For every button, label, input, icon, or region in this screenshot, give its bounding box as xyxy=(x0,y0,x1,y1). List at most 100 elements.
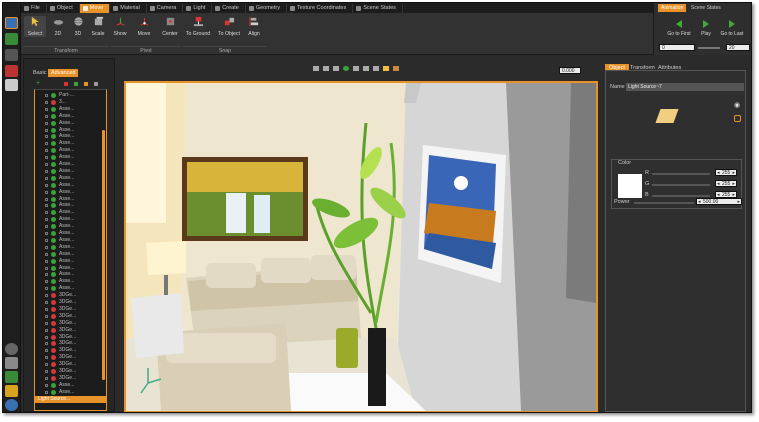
expand-toggle[interactable] xyxy=(45,218,48,222)
frame-slider[interactable] xyxy=(698,47,720,49)
filter-icon[interactable] xyxy=(84,82,88,86)
settings-gear-icon[interactable] xyxy=(5,343,18,355)
expand-toggle[interactable] xyxy=(45,383,48,387)
expand-toggle[interactable] xyxy=(45,107,48,111)
record-icon[interactable] xyxy=(5,65,18,77)
expand-toggle[interactable] xyxy=(45,266,48,270)
expand-toggle[interactable] xyxy=(45,314,48,318)
tab-basic[interactable]: Basic xyxy=(30,69,49,77)
expand-toggle[interactable] xyxy=(45,259,48,263)
tab-anim-scene-states[interactable]: Scene States xyxy=(688,4,724,12)
expand-toggle[interactable] xyxy=(45,169,48,173)
expand-toggle[interactable] xyxy=(45,114,48,118)
red-value-field[interactable]: 255 xyxy=(715,169,737,176)
tab-create[interactable]: Create xyxy=(212,4,246,13)
green-slider[interactable] xyxy=(652,184,710,186)
select-button[interactable]: Select xyxy=(24,16,46,37)
light-icon[interactable] xyxy=(5,385,18,397)
tab-texture-coordinates[interactable]: Texture Coordinates xyxy=(287,4,354,13)
export-icon[interactable] xyxy=(5,371,18,383)
expand-toggle[interactable] xyxy=(45,363,48,367)
tab-material[interactable]: Material xyxy=(110,4,147,13)
blue-slider[interactable] xyxy=(652,195,710,197)
expand-toggle[interactable] xyxy=(45,376,48,380)
group-icon[interactable] xyxy=(74,82,78,86)
move-2d-button[interactable]: 2D xyxy=(47,16,69,37)
camera-icon[interactable] xyxy=(5,49,18,61)
start-frame-field[interactable]: 0 xyxy=(659,44,695,51)
help-icon[interactable] xyxy=(5,399,18,411)
power-value-field[interactable]: 500.00 xyxy=(696,198,742,205)
tab-geometry[interactable]: Geometry xyxy=(246,4,287,13)
expand-toggle[interactable] xyxy=(45,301,48,304)
delete-icon[interactable] xyxy=(64,82,68,86)
render-mode-icon[interactable] xyxy=(373,66,379,71)
expand-toggle[interactable] xyxy=(45,163,48,166)
tab-object[interactable]: Object xyxy=(47,4,80,13)
expand-toggle[interactable] xyxy=(45,121,48,125)
expand-toggle[interactable] xyxy=(45,225,48,229)
expand-toggle[interactable] xyxy=(45,149,48,153)
expand-toggle[interactable] xyxy=(45,349,48,353)
to-object-button[interactable]: To Object xyxy=(215,16,243,37)
expand-toggle[interactable] xyxy=(45,211,48,215)
go-to-last-button[interactable]: Go to Last xyxy=(717,20,747,37)
tab-scene-states[interactable]: Scene States xyxy=(353,4,403,13)
expand-toggle[interactable] xyxy=(45,294,48,298)
expand-toggle[interactable] xyxy=(45,238,48,242)
document-icon[interactable] xyxy=(5,79,18,91)
tab-camera[interactable]: Camera xyxy=(147,4,184,13)
move-pivot-button[interactable]: Move xyxy=(133,16,155,37)
scene-tree[interactable]: Part-... 3... Asse... Asse... Asse... Asse...… xyxy=(34,89,107,411)
expand-toggle[interactable] xyxy=(45,356,48,360)
tab-light[interactable]: Light xyxy=(183,4,213,13)
expand-toggle[interactable] xyxy=(45,204,48,208)
expand-toggle[interactable] xyxy=(45,94,48,97)
camera-value-field[interactable]: 0.000 xyxy=(559,67,581,74)
expand-toggle[interactable] xyxy=(45,307,48,311)
expand-toggle[interactable] xyxy=(45,142,48,146)
color-swatch[interactable] xyxy=(618,174,642,198)
collapse-icon[interactable] xyxy=(94,82,98,86)
render-icon[interactable] xyxy=(5,357,18,369)
center-pivot-button[interactable]: Center xyxy=(159,16,181,37)
to-ground-button[interactable]: To Ground xyxy=(183,16,213,37)
tab-file[interactable]: File xyxy=(21,4,47,13)
move-3d-button[interactable]: 3D xyxy=(67,16,89,37)
expand-toggle[interactable] xyxy=(45,183,48,187)
name-field[interactable]: Light Source~7 xyxy=(626,83,744,91)
align-button[interactable]: Align xyxy=(243,16,265,37)
expand-toggle[interactable] xyxy=(45,328,48,332)
material-library-icon[interactable] xyxy=(5,33,18,45)
expand-toggle[interactable] xyxy=(45,197,48,201)
expand-toggle[interactable] xyxy=(45,176,48,180)
expand-toggle[interactable] xyxy=(45,390,48,394)
tab-advanced[interactable]: Advanced xyxy=(48,69,79,77)
pan-icon[interactable] xyxy=(353,66,359,71)
visibility-eye-icon[interactable]: ◉ xyxy=(734,101,740,109)
zoom-extents-icon[interactable] xyxy=(333,66,339,71)
background-icon[interactable] xyxy=(393,66,399,71)
expand-toggle[interactable] xyxy=(45,232,48,235)
expand-toggle[interactable] xyxy=(45,128,48,132)
expand-toggle[interactable] xyxy=(45,245,48,249)
camera-view-icon[interactable] xyxy=(313,66,319,71)
expand-toggle[interactable] xyxy=(45,335,48,339)
expand-toggle[interactable] xyxy=(45,321,48,325)
power-slider[interactable] xyxy=(634,202,694,204)
end-frame-field[interactable]: 20 xyxy=(726,44,750,51)
perspective-icon[interactable] xyxy=(323,66,329,71)
scene-tree-icon[interactable] xyxy=(5,17,18,29)
green-value-field[interactable]: 255 xyxy=(715,180,737,187)
tab-animation[interactable]: Animation xyxy=(658,4,687,12)
expand-toggle[interactable] xyxy=(45,273,48,277)
select-mode-icon[interactable] xyxy=(363,66,369,71)
expand-toggle[interactable] xyxy=(45,252,48,256)
red-slider[interactable] xyxy=(652,173,710,175)
3d-viewport[interactable] xyxy=(124,81,598,412)
expand-toggle[interactable] xyxy=(45,135,48,139)
tab-move[interactable]: Move xyxy=(79,4,111,13)
expand-toggle[interactable] xyxy=(45,287,48,291)
orbit-icon[interactable] xyxy=(343,66,349,71)
expand-toggle[interactable] xyxy=(45,100,48,104)
